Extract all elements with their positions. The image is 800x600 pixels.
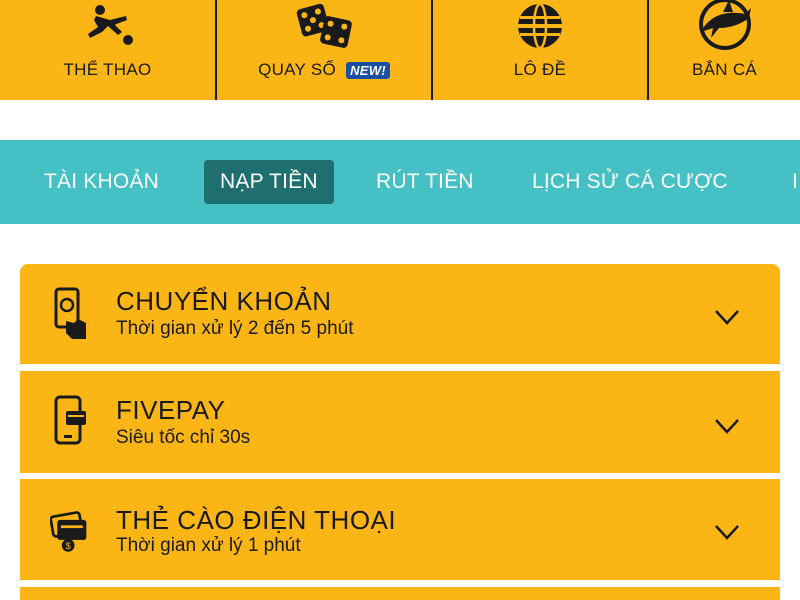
category-bar: THỂ THAO QUAY SỐ NEW! LÔ ĐỀ BẮN CÁ <box>0 0 800 100</box>
mobile-card-icon <box>50 393 90 449</box>
category-the-thao[interactable]: THỂ THAO <box>0 0 217 100</box>
category-label: QUAY SỐ <box>258 60 337 79</box>
method-subtitle: Thời gian xử lý 2 đến 5 phút <box>116 318 354 339</box>
mobile-transfer-icon <box>50 286 90 342</box>
svg-text:$: $ <box>66 541 71 551</box>
method-next-partial[interactable] <box>20 587 780 600</box>
tab-tai-khoan[interactable]: TÀI KHOẢN <box>44 160 159 204</box>
method-chuyen-khoan[interactable]: CHUYỂN KHOẢN Thời gian xử lý 2 đến 5 phú… <box>20 264 780 364</box>
soccer-player-icon <box>78 0 138 52</box>
category-label: LÔ ĐỀ <box>513 60 567 79</box>
chevron-down-icon[interactable] <box>714 415 740 437</box>
tab-nap-tien[interactable]: NẠP TIỀN <box>204 160 334 204</box>
category-ban-ca[interactable]: BẮN CÁ <box>649 0 800 100</box>
method-the-cao-dien-thoai[interactable]: $ THẺ CÀO ĐIỆN THOẠI Thời gian xử lý 1 p… <box>20 479 780 580</box>
method-fivepay[interactable]: FIVEPAY Siêu tốc chỉ 30s <box>20 371 780 473</box>
chevron-down-icon[interactable] <box>714 306 740 328</box>
category-label: BẮN CÁ <box>691 60 758 79</box>
method-title: CHUYỂN KHOẢN <box>116 286 332 316</box>
tab-rut-tien[interactable]: RÚT TIỀN <box>376 160 474 204</box>
new-badge: NEW! <box>346 61 390 79</box>
category-lo-de[interactable]: LÔ ĐỀ <box>433 0 649 100</box>
category-label: THỂ THAO <box>63 60 152 79</box>
dice-icon <box>294 0 354 52</box>
method-title: THẺ CÀO ĐIỆN THOẠI <box>116 505 397 535</box>
account-tab-bar: TÀI KHOẢN NẠP TIỀN RÚT TIỀN LỊCH SỬ CÁ C… <box>0 140 800 224</box>
scratch-card-icon: $ <box>50 501 90 557</box>
method-title: FIVEPAY <box>116 395 226 425</box>
method-subtitle: Thời gian xử lý 1 phút <box>116 535 301 556</box>
method-subtitle: Siêu tốc chỉ 30s <box>116 427 251 448</box>
category-quay-so[interactable]: QUAY SỐ NEW! <box>217 0 433 100</box>
tab-lich-su-ca-cuoc[interactable]: LỊCH SỬ CÁ CƯỢC <box>532 160 728 204</box>
tab-more[interactable]: I <box>792 160 798 204</box>
shark-icon <box>695 0 755 52</box>
chevron-down-icon[interactable] <box>714 521 740 543</box>
lottery-ball-icon <box>510 0 570 52</box>
